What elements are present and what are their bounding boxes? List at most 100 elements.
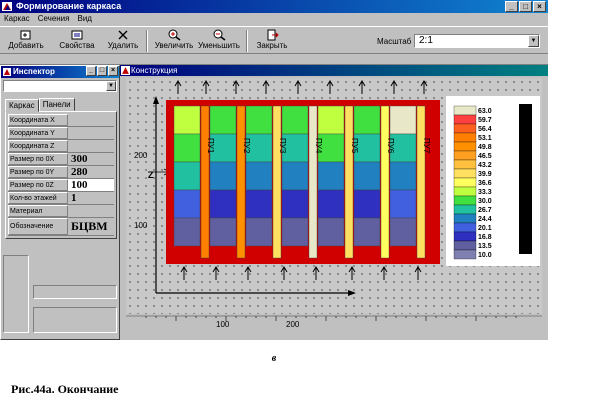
legend-value: 36.6	[478, 180, 492, 187]
temperature-legend: 63.0 59.7 56.4 53.1 49.8 46.5 43.2 39.9 36.6 33.3…	[453, 105, 492, 260]
module-cell	[173, 217, 201, 247]
add-button-label: Добавить	[8, 41, 44, 50]
legend-value: 26.7	[478, 207, 492, 214]
module-cell	[353, 105, 381, 135]
legend-swatch	[453, 213, 477, 224]
module-cell	[317, 161, 345, 191]
zoom-out-button[interactable]: Уменьшить	[196, 29, 242, 53]
property-value[interactable]: БЦВМ	[68, 218, 114, 235]
close-button[interactable]: ×	[108, 66, 118, 76]
module-cells	[173, 105, 417, 247]
menu-item-vid[interactable]: Вид	[77, 13, 91, 25]
property-key: Координата X	[8, 114, 68, 126]
zoom-in-button[interactable]: Увеличить	[152, 29, 196, 53]
construction-window: Конструкция 200 100 Z ПУ1 ПУ2 ПУ3 ПУ4 ПУ5 ПУ6…	[120, 65, 548, 340]
legend-value: 49.8	[478, 144, 492, 151]
module-cell	[317, 217, 345, 247]
delete-button-label: Удалить	[107, 41, 139, 50]
legend-swatch	[453, 123, 477, 134]
window-title: Формирование каркаса	[16, 1, 122, 11]
property-row[interactable]: Размер по 0Y 280	[8, 166, 114, 179]
drawing-canvas[interactable]: 200 100 Z ПУ1ПУ2ПУ3ПУ4ПУ5ПУ6ПУ7 °С 63.05…	[126, 78, 542, 314]
unit-label: ПУ1	[206, 138, 215, 154]
tab-karkas[interactable]: Каркас	[5, 99, 39, 112]
legend-swatch	[453, 186, 477, 197]
tab-paneli[interactable]: Панели	[38, 98, 75, 111]
property-row[interactable]: Кол-во этажей 1	[8, 192, 114, 205]
close-door-icon	[267, 29, 279, 41]
chevron-down-icon[interactable]: ▼	[106, 81, 116, 91]
close-button-toolbar-label: Закрыть	[256, 41, 288, 50]
maximize-button[interactable]: □	[519, 1, 532, 12]
property-value[interactable]: 280	[68, 166, 114, 178]
construction-title: Конструкция	[131, 66, 178, 75]
property-row[interactable]: Обозначение БЦВМ	[8, 218, 114, 236]
module-cell	[353, 217, 381, 247]
chevron-down-icon[interactable]: ▼	[528, 35, 539, 47]
property-value[interactable]: 300	[68, 153, 114, 165]
inspector-panel: Инспектор _ □ × ▼ Каркас Панели Координа…	[0, 65, 120, 340]
close-button[interactable]: ×	[533, 1, 546, 12]
unit-label: ПУ3	[278, 138, 287, 154]
property-row[interactable]: Координата Y	[8, 127, 114, 140]
hidden-toolbar-strip	[0, 55, 548, 65]
unit-strip	[272, 105, 282, 259]
arrow-up-icon	[414, 266, 422, 280]
unit-strip	[308, 105, 318, 259]
property-row[interactable]: Координата Z	[8, 140, 114, 153]
delete-button[interactable]: Удалить	[106, 29, 140, 53]
close-button-toolbar[interactable]: Закрыть	[252, 29, 292, 53]
inspector-tabs: Каркас Панели	[5, 98, 117, 112]
zoom-in-icon	[168, 29, 181, 41]
legend-value: 43.2	[478, 162, 492, 169]
object-select[interactable]: ▼	[3, 80, 117, 92]
add-icon	[20, 30, 31, 40]
menu-item-secheniya[interactable]: Сечения	[38, 13, 70, 25]
menu-item-karkas[interactable]: Каркас	[4, 13, 30, 25]
property-row[interactable]: Размер по 0X 300	[8, 153, 114, 166]
zoom-out-button-label: Уменьшить	[198, 41, 240, 50]
arrow-up-icon	[174, 80, 182, 94]
app-icon	[121, 66, 130, 75]
arrow-up-icon	[180, 266, 188, 280]
add-button[interactable]: Добавить	[6, 29, 46, 53]
construction-drawing: 200 100 Z ПУ1ПУ2ПУ3ПУ4ПУ5ПУ6ПУ7 °С 63.05…	[134, 80, 540, 296]
arrow-up-icon	[294, 80, 302, 94]
scale-select[interactable]: 2:1 ▼	[414, 34, 540, 48]
property-row[interactable]: Координата X	[8, 114, 114, 127]
property-row[interactable]: Размер по 0Z 100	[8, 179, 114, 192]
property-row[interactable]: Материал	[8, 205, 114, 218]
arrow-up-icon	[420, 80, 428, 94]
minimize-button[interactable]: _	[505, 1, 518, 12]
legend-black-bar	[519, 104, 532, 254]
module-cell	[245, 217, 273, 247]
module-cell	[353, 189, 381, 219]
legend-swatch	[453, 159, 477, 170]
legend-swatch	[453, 114, 477, 125]
inspector-empty-area	[3, 255, 117, 337]
module-cell	[209, 189, 237, 219]
unit-label: ПУ7	[422, 138, 431, 154]
property-value[interactable]	[68, 127, 114, 139]
legend-swatch	[453, 132, 477, 143]
property-value[interactable]	[68, 140, 114, 152]
arrow-up-icon	[390, 80, 398, 94]
figure-caption: Рис.44а. Окончание	[11, 382, 119, 396]
properties-icon	[71, 30, 83, 40]
properties-button[interactable]: Свойства	[56, 29, 98, 53]
zoom-out-icon	[213, 29, 226, 41]
maximize-button[interactable]: □	[97, 66, 107, 76]
legend-swatch	[453, 249, 477, 260]
arrow-up-icon	[212, 266, 220, 280]
arrow-up-icon	[348, 266, 356, 280]
airflow-arrows-bottom	[180, 266, 422, 280]
module-cell	[173, 105, 201, 135]
minimize-button[interactable]: _	[86, 66, 96, 76]
property-value[interactable]: 1	[68, 192, 114, 204]
property-value[interactable]	[68, 205, 114, 217]
property-value-editing[interactable]: 100	[68, 179, 114, 191]
property-key: Координата Y	[8, 127, 68, 139]
inspector-title: Инспектор	[13, 67, 55, 76]
property-value[interactable]	[68, 114, 114, 126]
toolbar: Добавить Свойства Удалить Увеличить Умен…	[0, 26, 548, 54]
